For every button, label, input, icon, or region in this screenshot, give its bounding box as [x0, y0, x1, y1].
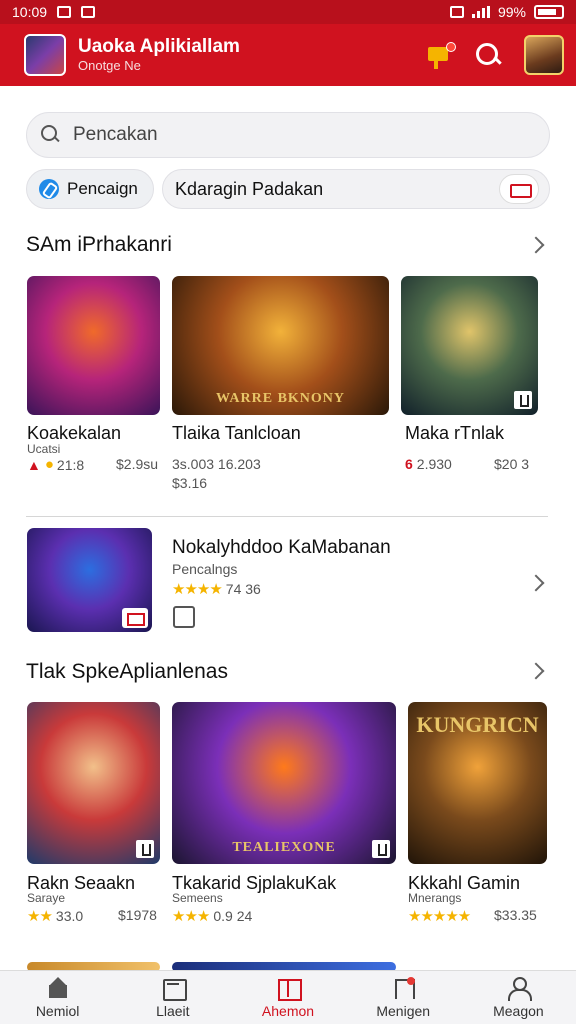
nfc-icon: [449, 6, 464, 18]
star-rating-icon: ★★★★: [172, 581, 223, 598]
battery-icon: [534, 5, 564, 19]
filter-chip-secondary[interactable]: Kdaragin Padakan: [162, 169, 550, 209]
bookmark-icon: [514, 391, 532, 409]
game-thumbnail[interactable]: TEALIEXONE: [172, 702, 396, 864]
nav-item-apps[interactable]: Ahemon: [230, 971, 345, 1024]
star-icon: ●: [44, 456, 54, 473]
nav-label: Menigen: [376, 1002, 431, 1019]
status-bar: 10:09 99%: [0, 0, 576, 24]
featured-title: Nokalyhddoo KaMabanan: [172, 537, 391, 558]
card-rating: ★★★ 0.9 24: [172, 908, 253, 925]
card-title: Koakekalan: [27, 423, 122, 443]
bottom-navigation: Nemiol Llaeit Ahemon Menigen Meagon: [0, 970, 576, 1024]
card-subtitle: Semeens: [172, 891, 223, 905]
game-thumbnail[interactable]: [401, 276, 538, 415]
rating-icon: ▲: [27, 456, 41, 473]
avatar[interactable]: [524, 35, 564, 75]
user-icon: [506, 976, 533, 1001]
app-title: Uaoka Aplikiallam: [78, 36, 240, 57]
star-rating-icon: ★★★★★: [408, 908, 471, 925]
notification-button[interactable]: [426, 42, 456, 69]
search-bar[interactable]: [26, 112, 550, 158]
featured-rating: ★★★★ 74 36: [172, 581, 261, 598]
card-price: $20 3: [494, 456, 530, 472]
bookmark-icon: [391, 976, 416, 999]
thumbnail-art-text: TEALIEXONE: [232, 840, 336, 855]
app-subtitle: Onotge Ne: [78, 58, 141, 73]
nav-label: Llaeit: [156, 1002, 190, 1019]
game-thumbnail[interactable]: [27, 276, 160, 415]
signal-icon: [471, 6, 490, 18]
game-thumbnail[interactable]: [27, 702, 160, 864]
rating-icon: 6: [405, 456, 413, 472]
thumbnail-art-text: KUNGRICN: [416, 712, 539, 737]
card-price: $3.16: [172, 475, 208, 491]
home-icon: [46, 976, 70, 999]
search-icon: [41, 125, 61, 145]
search-icon[interactable]: [474, 41, 502, 69]
chevron-right-icon[interactable]: [527, 236, 545, 254]
nav-item-library[interactable]: Llaeit: [115, 971, 230, 1024]
search-input[interactable]: [73, 124, 513, 146]
card-price: $2.9su: [116, 456, 159, 472]
card-subtitle: Ucatsi: [27, 442, 61, 456]
star-rating-icon: ★★★: [172, 908, 210, 925]
card-rating: ▲ ● 21:8: [27, 456, 85, 473]
card-title: Tlaika Tanlcloan: [172, 423, 301, 443]
card-subtitle: Mnerangs: [408, 891, 462, 905]
pencil-icon: [39, 179, 59, 199]
chip-label: Kdaragin Padakan: [175, 178, 324, 199]
battery-percent: 99%: [497, 4, 526, 20]
thumbnail-art-text: WARRE BKNONY: [215, 391, 346, 406]
featured-subtitle: Pencalngs: [172, 561, 238, 577]
notification-dot: [446, 42, 456, 52]
nav-label: Nemiol: [35, 1002, 80, 1019]
card-title: Maka rTnlak: [405, 423, 505, 443]
flag-icon[interactable]: [499, 174, 539, 204]
featured-thumbnail[interactable]: [27, 528, 152, 632]
status-time: 10:09: [12, 4, 48, 20]
message-icon: [81, 6, 96, 18]
bookmark-icon: [372, 840, 390, 858]
card-rating: 6 2.930: [405, 456, 452, 472]
card-subtitle: Saraye: [27, 891, 66, 905]
bookmark-icon: [136, 840, 154, 858]
section-title: SAm iPrhakanri: [26, 233, 172, 256]
apps-icon: [276, 977, 302, 1001]
nav-item-bookmarks[interactable]: Menigen: [346, 971, 461, 1024]
card-rating: 3s.003 16.203: [172, 456, 261, 472]
star-rating-icon: ★★: [27, 908, 53, 925]
mail-icon: [161, 977, 187, 1001]
app-logo: [24, 34, 66, 76]
game-thumbnail[interactable]: WARRE BKNONY: [172, 276, 389, 415]
card-rating: ★★★★★: [408, 907, 471, 925]
chip-label: Pencaign: [67, 179, 138, 198]
nav-item-profile[interactable]: Meagon: [461, 971, 576, 1024]
chevron-right-icon[interactable]: [527, 662, 545, 680]
card-price: $33.35: [494, 907, 537, 923]
game-thumbnail[interactable]: KUNGRICN: [408, 702, 547, 864]
notification-icon: [428, 47, 448, 69]
filter-chip-primary[interactable]: Pencaign: [26, 169, 154, 209]
gallery-icon: [57, 6, 72, 18]
divider: [26, 516, 548, 517]
nav-label: Meagon: [493, 1002, 544, 1019]
card-rating: ★★ 33.0: [27, 908, 84, 925]
app-bar: Uaoka Aplikiallam Onotge Ne: [0, 24, 576, 86]
chevron-right-icon[interactable]: [527, 574, 545, 592]
nav-item-home[interactable]: Nemiol: [0, 971, 115, 1024]
card-price: $1978: [118, 907, 157, 923]
section-title: Tlak SpkeAplianlenas: [26, 660, 228, 683]
mail-icon: [122, 608, 148, 628]
nav-label: Ahemon: [261, 1002, 315, 1019]
featured-checkbox[interactable]: [173, 606, 195, 628]
